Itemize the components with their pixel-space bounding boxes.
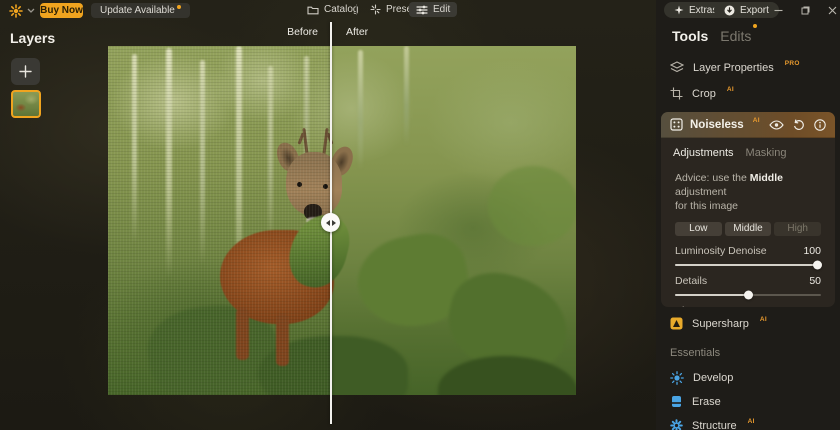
denoise-mode-group: Low Middle High (661, 214, 835, 236)
supersharp-icon (670, 317, 683, 330)
erase-icon (670, 395, 683, 408)
extras-sparkle-icon (674, 5, 684, 15)
leaf-blob (488, 166, 576, 246)
slider-fill (675, 264, 817, 266)
layers-icon (670, 61, 684, 74)
arrow-right-icon (332, 220, 336, 226)
tab-edits[interactable]: Edits (720, 28, 757, 44)
ai-badge: AI (753, 117, 760, 124)
noiseless-panel: Noiseless AI Adjustments Masking Advice:… (661, 112, 835, 307)
noiseless-icon (670, 118, 683, 131)
noiseless-title: Noiseless (690, 119, 744, 131)
export-icon (724, 5, 735, 16)
leaf-blob (438, 356, 576, 395)
tab-edits-label: Edits (720, 28, 751, 44)
slider-track[interactable] (675, 294, 821, 296)
update-available-label: Update Available (100, 5, 175, 16)
develop-sun-icon (670, 371, 684, 385)
essentials-header: Essentials (670, 347, 720, 359)
slider-value: 100 (803, 245, 821, 257)
edit-sliders-icon (416, 5, 428, 15)
pro-badge: PRO (785, 60, 800, 67)
slider-value: 50 (809, 275, 821, 287)
noiseless-header[interactable]: Noiseless AI (661, 112, 835, 138)
export-label: Export (740, 5, 769, 16)
layers-title: Layers (10, 30, 95, 46)
app-window: Buy Now Update Available Catalog Presets… (0, 0, 840, 430)
tab-edit-label: Edit (433, 4, 450, 15)
slider-fill (675, 294, 748, 296)
window-close-button[interactable] (822, 3, 840, 18)
slider-handle[interactable] (813, 260, 822, 269)
top-bar: Buy Now Update Available Catalog Presets… (0, 0, 840, 22)
slider-label: Details (675, 275, 707, 287)
ai-badge: AI (760, 316, 767, 323)
slider-label: Sharpness (675, 305, 725, 307)
chevron-down-icon[interactable] (27, 8, 35, 13)
tool-crop[interactable]: Crop AI (670, 87, 734, 100)
noiseless-tabs: Adjustments Masking (661, 138, 835, 159)
buy-now-button[interactable]: Buy Now (40, 3, 83, 18)
layer-properties-label: Layer Properties (693, 62, 774, 74)
slider-value: 50 (809, 305, 821, 307)
tool-layer-properties[interactable]: Layer Properties PRO (670, 61, 800, 74)
structure-label: Structure (692, 420, 737, 430)
tab-tools[interactable]: Tools (672, 28, 708, 44)
tab-adjustments[interactable]: Adjustments (673, 147, 734, 159)
mode-low-button[interactable]: Low (675, 222, 722, 236)
tool-erase[interactable]: Erase (670, 395, 721, 408)
slider-track[interactable] (675, 264, 821, 266)
plant-stalk (358, 50, 363, 170)
photo-canvas[interactable] (108, 46, 576, 395)
add-layer-button[interactable] (11, 58, 40, 85)
structure-icon (670, 419, 683, 430)
toolbar-divider (356, 4, 357, 15)
layer-thumbnail[interactable] (11, 90, 41, 118)
update-available-button[interactable]: Update Available (91, 3, 190, 18)
compare-slider-handle[interactable] (321, 213, 340, 232)
reset-undo-icon[interactable] (793, 119, 805, 130)
app-logo-icon[interactable] (9, 4, 23, 18)
layers-panel: Layers (0, 22, 95, 430)
window-maximize-button[interactable] (795, 3, 815, 18)
before-noise-overlay (108, 46, 331, 395)
erase-label: Erase (692, 396, 721, 408)
tools-panel: Tools Edits Layer Properties PRO Crop AI… (656, 0, 840, 430)
supersharp-label: Supersharp (692, 318, 749, 330)
info-icon[interactable] (814, 119, 826, 131)
tool-structure[interactable]: Structure AI (670, 419, 755, 430)
mode-high-button[interactable]: High (774, 222, 821, 236)
slider-label: Luminosity Denoise (675, 245, 767, 257)
mode-middle-button[interactable]: Middle (725, 222, 772, 236)
folder-icon (307, 5, 319, 15)
presets-sparkle-icon (370, 4, 381, 15)
ai-badge: AI (727, 86, 734, 93)
visibility-eye-icon[interactable] (769, 120, 784, 130)
tab-catalog-label: Catalog (324, 4, 358, 15)
before-label: Before (262, 26, 318, 38)
details-slider: Details 50 (661, 266, 835, 296)
advice-text: Advice: use the Middle adjustmentfor thi… (661, 159, 835, 214)
update-notification-dot (177, 5, 181, 9)
slider-handle[interactable] (744, 290, 753, 299)
tool-supersharp[interactable]: Supersharp AI (670, 317, 767, 330)
panel-tabs: Tools Edits (672, 28, 757, 44)
arrow-left-icon (326, 220, 330, 226)
crop-label: Crop (692, 88, 716, 100)
tool-develop[interactable]: Develop (670, 371, 733, 385)
tab-masking[interactable]: Masking (746, 147, 787, 159)
tab-edit[interactable]: Edit (409, 2, 457, 17)
plant-stalk (404, 46, 409, 146)
luminosity-denoise-slider: Luminosity Denoise 100 (661, 236, 835, 266)
ai-badge: AI (748, 418, 755, 425)
after-label: After (346, 26, 368, 38)
crop-icon (670, 87, 683, 100)
edits-notification-dot (753, 24, 757, 28)
develop-label: Develop (693, 372, 733, 384)
plus-icon (19, 65, 32, 78)
window-minimize-button[interactable] (768, 3, 788, 18)
